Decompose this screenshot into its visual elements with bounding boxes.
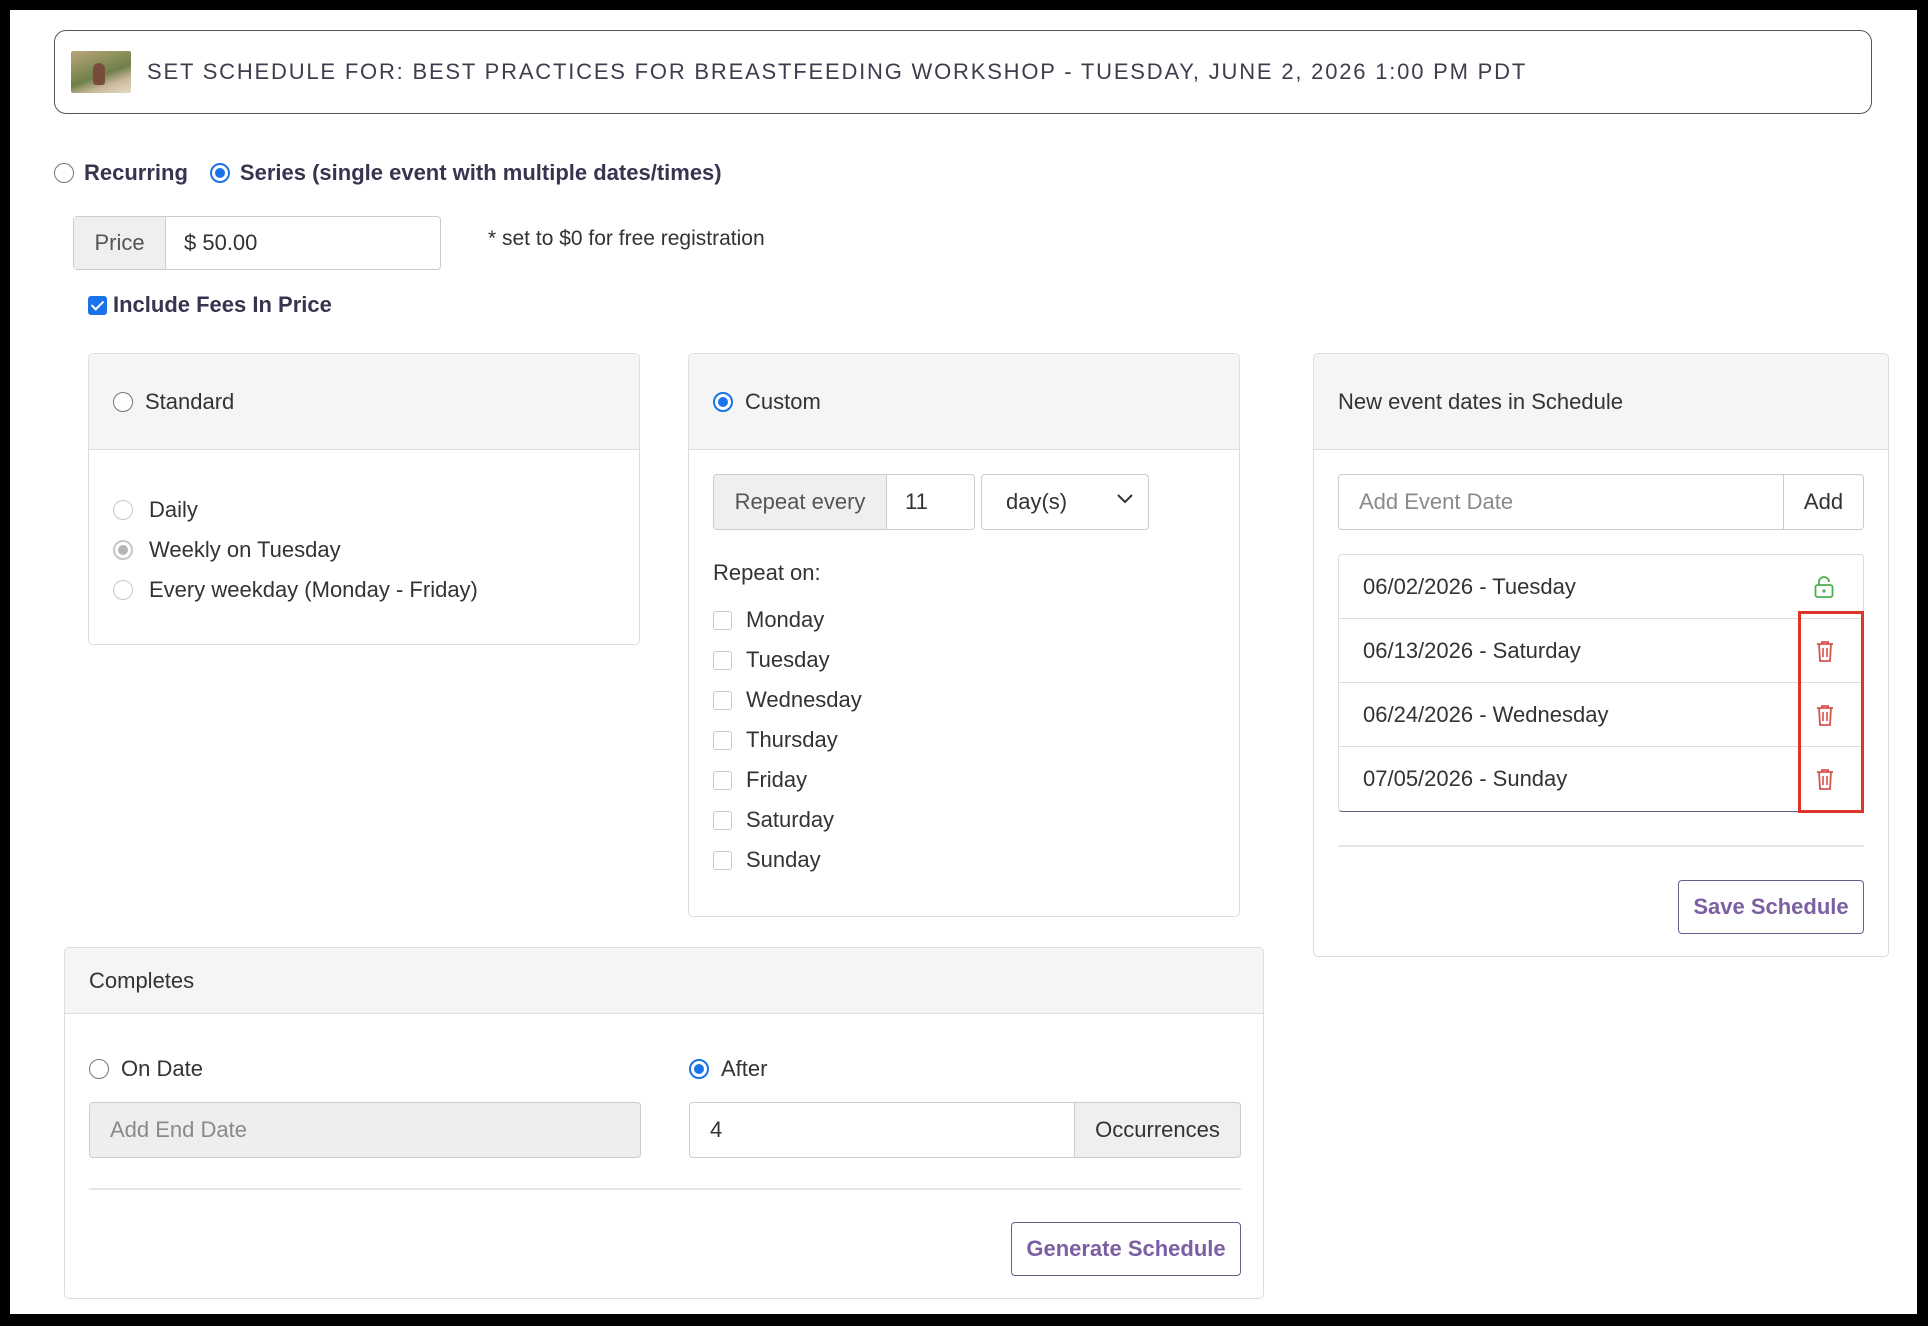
custom-label: Custom [745,388,821,414]
recurring-label: Recurring [84,160,188,185]
add-event-date-group: Add Event Date Add [1338,474,1864,530]
event-date-item: 06/13/2026 - Saturday [1339,619,1863,683]
completes-panel-header: Completes [65,948,1263,1014]
standard-option-weekday[interactable]: Every weekday (Monday - Friday) [113,570,639,610]
schedule-type-group: Recurring Series (single event with mult… [54,160,744,186]
recurring-option[interactable]: Recurring [54,160,188,186]
day-checkbox[interactable] [713,650,732,670]
price-note: * set to $0 for free registration [488,227,765,250]
custom-panel-body: Repeat every 11 day(s) Repeat on: Monday [689,450,1239,880]
standard-radio[interactable] [113,391,133,412]
standard-options: Daily Weekly on Tuesday Every weekday (M… [89,450,639,610]
standard-option-label: Weekly on Tuesday [149,537,341,562]
schedule-header: SET SCHEDULE FOR: BEST PRACTICES FOR BRE… [54,30,1872,114]
occurrences-label: Occurrences [1075,1102,1241,1158]
repeat-interval-input[interactable]: 11 [887,474,975,530]
include-fees-label: Include Fees In Price [113,292,332,317]
schedule-page: SET SCHEDULE FOR: BEST PRACTICES FOR BRE… [10,10,1917,1314]
repeat-on-label: Repeat on: [713,560,821,585]
divider [1338,845,1864,847]
series-option[interactable]: Series (single event with multiple dates… [209,160,722,186]
day-option-saturday[interactable]: Saturday [713,800,1215,840]
event-date-label: 07/05/2026 - Sunday [1363,766,1568,791]
generate-schedule-button[interactable]: Generate Schedule [1011,1222,1241,1276]
day-option-sunday[interactable]: Sunday [713,840,1215,880]
day-option-tuesday[interactable]: Tuesday [713,640,1215,680]
occurrences-input-group: 4 Occurrences [689,1102,1241,1158]
event-date-item: 07/05/2026 - Sunday [1339,747,1863,811]
day-label: Saturday [746,807,835,832]
custom-radio[interactable] [713,391,733,412]
standard-option-label: Every weekday (Monday - Friday) [149,577,478,602]
event-date-item: 06/24/2026 - Wednesday [1339,683,1863,747]
completes-title: Completes [89,967,195,993]
divider [89,1188,1241,1190]
on-date-label: On Date [121,1056,203,1081]
repeat-every-label: Repeat every [713,474,887,530]
on-date-radio[interactable] [89,1059,109,1079]
day-checkbox[interactable] [713,690,732,710]
standard-label: Standard [145,388,235,414]
day-option-thursday[interactable]: Thursday [713,720,1215,760]
event-date-item: 06/02/2026 - Tuesday [1339,555,1863,619]
standard-option-label: Daily [149,497,198,522]
day-checkbox[interactable] [713,810,732,830]
after-radio[interactable] [689,1059,709,1079]
end-date-input[interactable]: Add End Date [89,1102,641,1158]
standard-panel: Standard Daily Weekly on Tuesday Every w… [88,353,640,645]
price-label: Price [74,217,166,269]
repeat-days-list: Monday Tuesday Wednesday Thursday Friday [713,600,1215,880]
add-date-button[interactable]: Add [1784,474,1864,530]
event-date-list: 06/02/2026 - Tuesday 06/13/2026 - Saturd… [1338,554,1864,812]
series-radio[interactable] [209,163,230,183]
repeat-every-group: Repeat every 11 day(s) [713,474,1215,530]
include-fees-checkbox[interactable] [88,295,107,315]
completes-panel: Completes On Date After Add End Date 4 O… [64,947,1264,1299]
daily-radio[interactable] [113,500,133,520]
day-checkbox[interactable] [713,850,732,870]
after-label: After [721,1056,768,1081]
price-input[interactable]: $ 50.00 [166,217,440,269]
day-option-friday[interactable]: Friday [713,760,1215,800]
price-input-group: Price $ 50.00 [73,216,441,270]
event-date-label: 06/24/2026 - Wednesday [1363,701,1609,727]
event-thumbnail [71,51,131,93]
lock-icon [1814,575,1834,598]
weekly-radio[interactable] [113,540,133,560]
recurring-radio[interactable] [54,163,74,183]
day-label: Monday [746,607,825,632]
standard-panel-header[interactable]: Standard [89,354,639,450]
on-date-option[interactable]: On Date [89,1056,203,1082]
add-event-date-input[interactable]: Add Event Date [1338,474,1784,530]
day-checkbox[interactable] [713,730,732,750]
event-date-label: 06/13/2026 - Saturday [1363,637,1581,663]
standard-option-daily[interactable]: Daily [113,490,639,530]
day-label: Wednesday [746,687,862,712]
page-title: SET SCHEDULE FOR: BEST PRACTICES FOR BRE… [147,59,1528,84]
after-option[interactable]: After [689,1056,767,1082]
weekday-radio[interactable] [113,580,133,600]
custom-panel: Custom Repeat every 11 day(s) Repeat on:… [688,353,1240,917]
day-option-wednesday[interactable]: Wednesday [713,680,1215,720]
series-label: Series (single event with multiple dates… [239,160,722,185]
day-label: Sunday [746,847,821,872]
day-option-monday[interactable]: Monday [713,600,1215,640]
occurrences-input[interactable]: 4 [689,1102,1075,1158]
event-dates-title: New event dates in Schedule [1338,388,1623,414]
day-label: Thursday [746,727,838,752]
day-label: Friday [746,767,808,792]
custom-panel-header[interactable]: Custom [689,354,1239,450]
repeat-unit-value: day(s) [1006,489,1068,514]
chevron-down-icon [1117,494,1133,504]
day-checkbox[interactable] [713,610,732,630]
day-checkbox[interactable] [713,770,732,790]
event-dates-panel-header: New event dates in Schedule [1314,354,1888,450]
delete-icons-highlight [1798,611,1864,813]
day-label: Tuesday [746,647,830,672]
repeat-unit-select[interactable]: day(s) [981,474,1149,530]
save-schedule-button[interactable]: Save Schedule [1678,880,1864,934]
include-fees-option[interactable]: Include Fees In Price [88,292,332,318]
standard-option-weekly[interactable]: Weekly on Tuesday [113,530,639,570]
event-date-label: 06/02/2026 - Tuesday [1363,573,1576,599]
